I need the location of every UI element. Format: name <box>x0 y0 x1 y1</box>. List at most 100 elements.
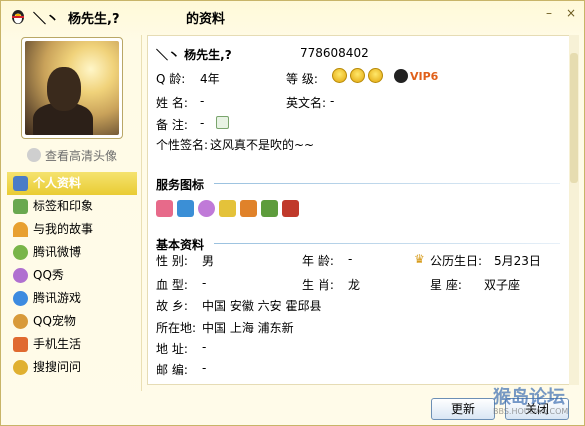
left-panel: 查看高清头像 个人资料 标签和印象 与我的故事 腾讯微博 QQ秀 腾讯游戏 QQ… <box>7 35 137 421</box>
postcode-value: - <box>202 361 207 375</box>
sidebar-nav: 个人资料 标签和印象 与我的故事 腾讯微博 QQ秀 腾讯游戏 QQ宠物 手机生活… <box>7 172 137 379</box>
hometown-label: 故 乡: <box>156 299 188 313</box>
view-hd-avatar-link[interactable]: 查看高清头像 <box>27 147 117 164</box>
constellation-label: 星 座: <box>430 278 462 292</box>
qzone-service-icon[interactable] <box>177 200 194 217</box>
sun-level-icon <box>368 68 383 83</box>
nav-item-label: 个人资料 <box>33 176 82 190</box>
profile-card-icon <box>13 176 28 191</box>
zodiac-label: 生 肖: <box>302 278 334 292</box>
nav-item-profile[interactable]: 个人资料 <box>7 172 137 195</box>
content-scrollbar[interactable] <box>569 35 579 385</box>
nav-item-qqshow[interactable]: QQ秀 <box>7 264 137 287</box>
profile-content: ＼丶 杨先生,? 778608402 Q 龄: 4年 等 级: VIP6 姓 名… <box>147 35 577 385</box>
q-age-value: 4年 <box>200 72 220 86</box>
zodiac-value: 龙 <box>348 278 361 292</box>
constellation-value: 双子座 <box>484 278 521 292</box>
avatar[interactable] <box>21 37 123 139</box>
refresh-button[interactable]: 更新 <box>431 398 495 420</box>
basic-divider <box>214 243 560 244</box>
gender-value: 男 <box>202 254 215 268</box>
services-section-title: 服务图标 <box>156 178 205 192</box>
pet-icon <box>13 314 28 329</box>
location-label: 所在地: <box>156 321 197 335</box>
sun-level-icon <box>332 68 347 83</box>
close-window-button[interactable]: × <box>563 5 579 21</box>
title-bar: ＼丶 杨先生,? 的资料 – × <box>1 1 584 33</box>
postcode-label: 邮 编: <box>156 363 188 377</box>
qq-number: 778608402 <box>300 46 369 60</box>
profile-name: ＼丶 杨先生,? <box>156 48 232 62</box>
qq-penguin-icon <box>12 10 24 24</box>
watermark-sub: BBS.HOUDAO.COM <box>493 407 569 416</box>
nav-item-story[interactable]: 与我的故事 <box>7 218 137 241</box>
nav-item-label: 与我的故事 <box>33 222 94 236</box>
signature-label: 个性签名: <box>156 138 209 152</box>
panel-divider <box>141 35 142 391</box>
qqshow-service-icon[interactable] <box>198 200 215 217</box>
rainbow-icon <box>13 222 28 237</box>
music-service-icon[interactable] <box>261 200 278 217</box>
nav-item-soso[interactable]: 搜搜问问 <box>7 356 137 379</box>
surname-label: 姓 名: <box>156 96 188 110</box>
blood-type-label: 血 型: <box>156 278 188 292</box>
view-hd-avatar-label: 查看高清头像 <box>45 149 118 163</box>
remark-value: - <box>200 116 205 130</box>
gender-label: 性 别: <box>156 254 188 268</box>
qqshow-icon <box>13 268 28 283</box>
nav-item-label: 标签和印象 <box>33 199 94 213</box>
nav-item-label: 腾讯微博 <box>33 245 82 259</box>
service-icons <box>156 200 303 217</box>
nav-item-pet[interactable]: QQ宠物 <box>7 310 137 333</box>
window-title-suffix: 的资料 <box>186 12 226 27</box>
sun-level-icon <box>350 68 365 83</box>
nav-item-label: 搜搜问问 <box>33 360 82 374</box>
profile-window: ＼丶 杨先生,? 的资料 – × 查看高清头像 个人资料 标签和印象 与我的故事… <box>0 0 585 426</box>
address-value: - <box>202 340 207 354</box>
nav-item-weibo[interactable]: 腾讯微博 <box>7 241 137 264</box>
soso-icon <box>13 360 28 375</box>
signature-value: 这风真不是吹的~~ <box>210 138 315 152</box>
crown-icon: ♛ <box>414 252 425 266</box>
birthday-value: 5月23日 <box>494 254 541 268</box>
mobile-service-icon[interactable] <box>282 200 299 217</box>
vip-penguin-icon <box>394 69 408 83</box>
birthday-label: 公历生日: <box>430 254 483 268</box>
level-icons <box>332 68 386 83</box>
age-label: 年 龄: <box>302 254 334 268</box>
surname-value: - <box>200 94 205 108</box>
nav-item-mobile[interactable]: 手机生活 <box>7 333 137 356</box>
camera-icon <box>27 148 41 162</box>
english-name-label: 英文名: <box>286 96 327 110</box>
weibo-icon <box>13 245 28 260</box>
game-service-icon[interactable] <box>240 200 257 217</box>
nav-item-tags[interactable]: 标签和印象 <box>7 195 137 218</box>
nav-item-label: QQ宠物 <box>33 314 76 328</box>
location-value: 中国 上海 浦东新 <box>202 321 294 335</box>
scrollbar-thumb[interactable] <box>570 53 578 183</box>
vip-level: VIP6 <box>410 70 439 83</box>
edit-remark-icon[interactable] <box>216 116 229 129</box>
nav-item-label: QQ秀 <box>33 268 64 282</box>
q-age-label: Q 龄: <box>156 72 186 86</box>
age-value: - <box>348 252 353 266</box>
vip-badge[interactable]: VIP6 <box>394 69 438 83</box>
forum-watermark: 猴岛论坛 BBS.HOUDAO.COM <box>493 383 581 423</box>
hometown-value: 中国 安徽 六安 霍邱县 <box>202 299 322 313</box>
english-name-value: - <box>330 94 335 108</box>
minimize-button[interactable]: – <box>541 5 557 21</box>
services-divider <box>214 183 560 184</box>
love-service-icon[interactable] <box>156 200 173 217</box>
remark-label: 备 注: <box>156 118 188 132</box>
game-icon <box>13 291 28 306</box>
address-label: 地 址: <box>156 342 188 356</box>
level-label: 等 级: <box>286 72 318 86</box>
nav-item-games[interactable]: 腾讯游戏 <box>7 287 137 310</box>
window-title-name: ＼丶 杨先生,? <box>33 12 120 27</box>
phone-life-icon <box>13 337 28 352</box>
avatar-image <box>25 41 119 135</box>
basic-section-title: 基本资料 <box>156 238 205 252</box>
pet-service-icon[interactable] <box>219 200 236 217</box>
blood-type-value: - <box>202 276 207 290</box>
tag-icon <box>13 199 28 214</box>
